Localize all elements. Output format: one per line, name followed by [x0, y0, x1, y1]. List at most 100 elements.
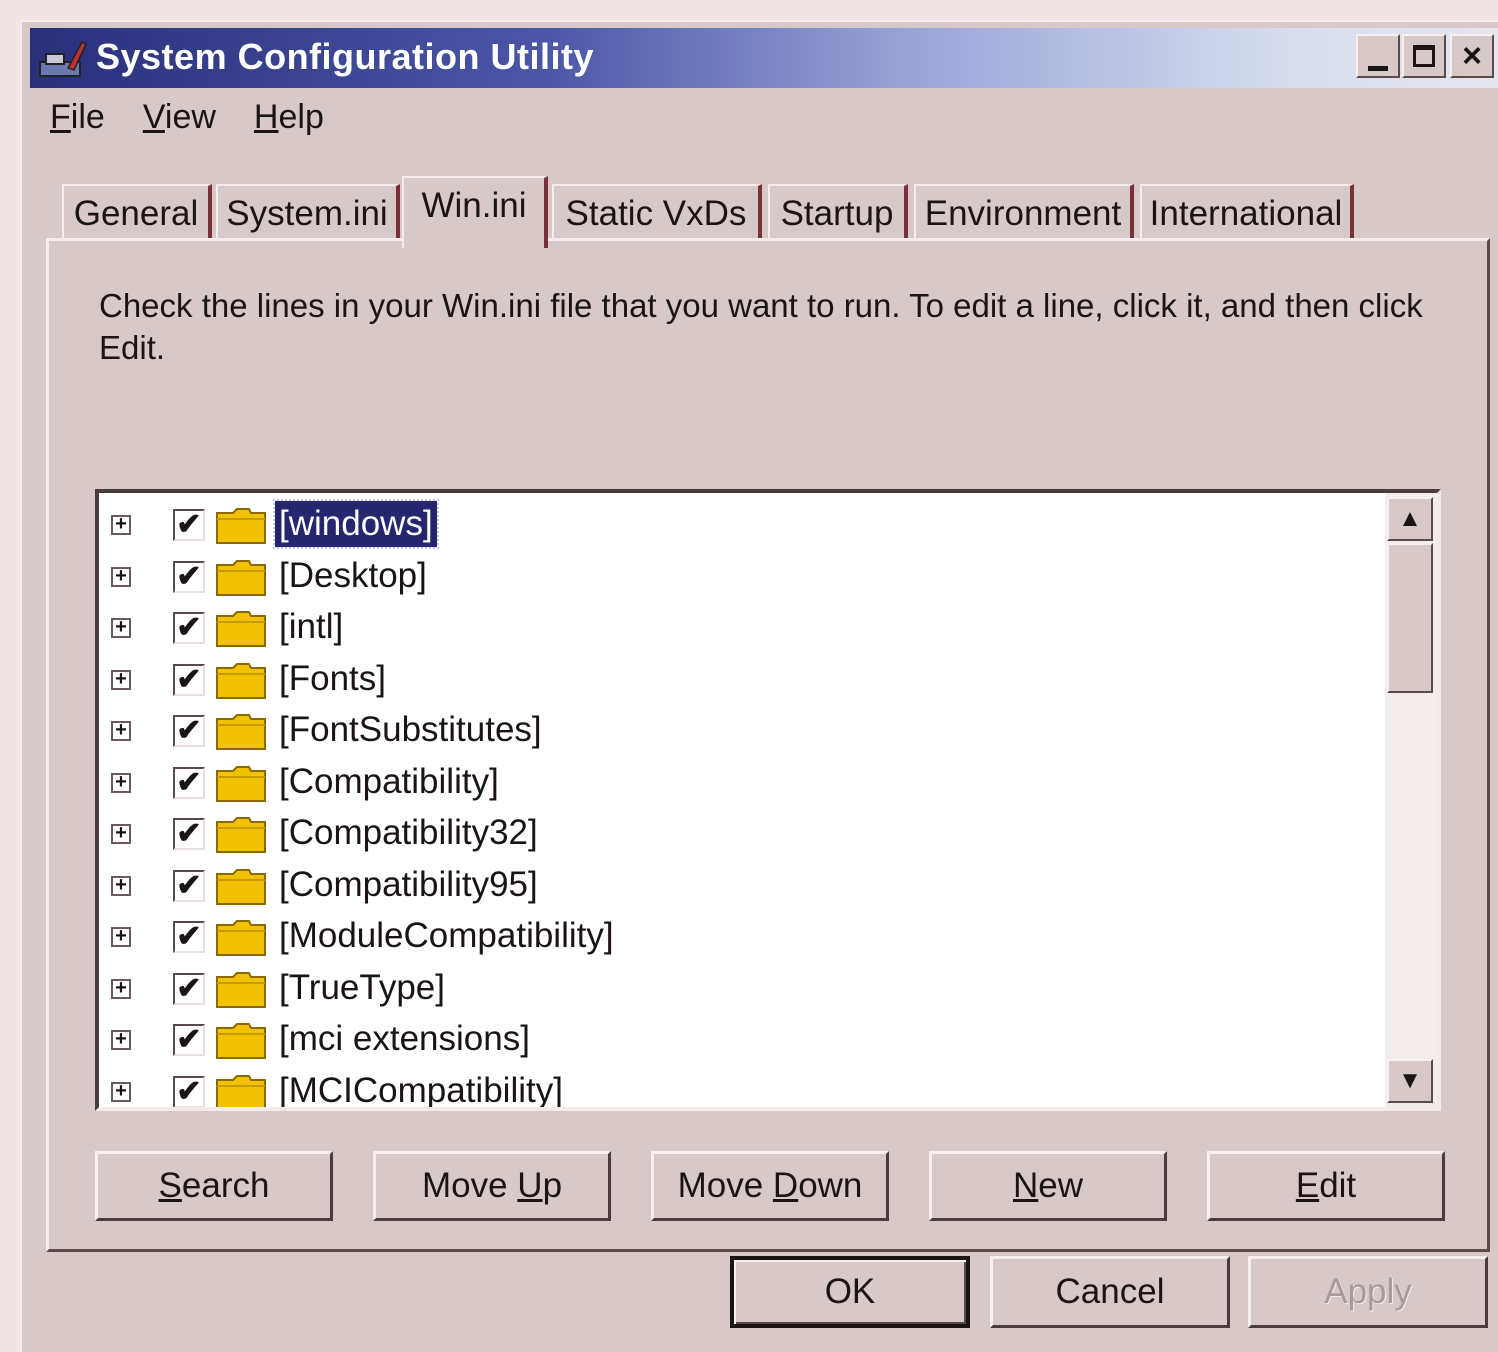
menu-help-mnemonic: H — [253, 98, 279, 136]
tree-row[interactable]: + ✔ [mci extensions] — [99, 1014, 1385, 1066]
tab-international[interactable]: International — [1140, 184, 1354, 242]
new-mnemonic: N — [1012, 1166, 1039, 1205]
tree-row-label: [ModuleCompatibility] — [279, 916, 614, 955]
tree-row-label: [TrueType] — [279, 967, 445, 1007]
folder-icon — [216, 662, 266, 699]
expand-plus-icon[interactable]: + — [111, 978, 131, 999]
expand-plus-icon[interactable]: + — [111, 514, 131, 535]
folder-icon — [216, 868, 266, 905]
move-up-label: p — [542, 1166, 563, 1205]
edit-button[interactable]: Edit — [1207, 1151, 1445, 1221]
item-checkbox[interactable]: ✔ — [173, 869, 205, 902]
menu-file[interactable]: File — [48, 98, 107, 144]
minimize-button[interactable] — [1356, 34, 1400, 78]
folder-icon — [216, 1023, 266, 1059]
tree-row[interactable]: + ✔ [Compatibility] — [99, 757, 1385, 809]
folder-icon — [216, 714, 266, 750]
move-up-button[interactable]: Move Up — [373, 1151, 611, 1221]
tree-row[interactable]: + ✔ [intl] — [99, 602, 1385, 654]
instructions-text: Check the lines in your Win.ini file tha… — [99, 287, 1423, 366]
expand-plus-icon[interactable]: + — [111, 875, 131, 896]
edit-mnemonic: E — [1295, 1166, 1320, 1205]
item-checkbox[interactable]: ✔ — [173, 509, 205, 541]
scroll-down-button[interactable]: ▼ — [1387, 1059, 1433, 1103]
item-checkbox[interactable]: ✔ — [173, 560, 205, 593]
menu-view-mnemonic: V — [142, 98, 165, 136]
arrow-up-icon: ▲ — [1398, 505, 1422, 532]
search-button[interactable]: Search — [95, 1151, 333, 1221]
item-checkbox[interactable]: ✔ — [173, 972, 205, 1005]
tree-row-label: [FontSubstitutes] — [279, 710, 542, 749]
item-checkbox[interactable]: ✔ — [173, 1075, 205, 1107]
tree-row[interactable]: + ✔ [MCICompatibility] — [99, 1066, 1385, 1107]
minimize-icon — [1368, 65, 1388, 71]
title-bar[interactable]: System Configuration Utility × — [30, 28, 1498, 88]
folder-icon — [216, 611, 266, 647]
vertical-scrollbar[interactable]: ▲ ▼ — [1385, 493, 1437, 1107]
new-button[interactable]: New — [929, 1151, 1167, 1221]
tab-general[interactable]: General — [62, 184, 212, 242]
tree-row-label: [Desktop] — [279, 555, 427, 595]
win-ini-tree[interactable]: + ✔ [windows] + ✔ [Desktop] + ✔ [intl] + ✔ [Fonts] +… — [95, 489, 1441, 1111]
expand-plus-icon[interactable]: + — [111, 772, 131, 793]
tree-row-label: [mci extensions] — [279, 1019, 530, 1058]
maximize-button[interactable] — [1402, 34, 1446, 78]
item-checkbox[interactable]: ✔ — [173, 921, 205, 953]
tab-win-ini[interactable]: Win.ini — [402, 176, 548, 248]
window-title: System Configuration Utility — [96, 36, 595, 77]
menu-file-label: ile — [70, 98, 105, 136]
expand-plus-icon[interactable]: + — [111, 1081, 131, 1102]
tree-rows: + ✔ [windows] + ✔ [Desktop] + ✔ [intl] + ✔ [Fonts] +… — [99, 493, 1385, 1107]
expand-plus-icon[interactable]: + — [111, 669, 131, 690]
item-checkbox[interactable]: ✔ — [173, 612, 205, 644]
tab-system-ini[interactable]: System.ini — [216, 184, 400, 242]
move-down-label: own — [798, 1166, 863, 1205]
tab-static-vxds[interactable]: Static VxDs — [552, 184, 762, 242]
cancel-button[interactable]: Cancel — [990, 1256, 1230, 1328]
tab-startup[interactable]: Startup — [768, 184, 908, 242]
expand-plus-icon[interactable]: + — [111, 720, 131, 741]
scroll-up-button[interactable]: ▲ — [1387, 497, 1433, 541]
close-icon: × — [1462, 37, 1482, 75]
expand-plus-icon[interactable]: + — [111, 1029, 131, 1050]
move-down-button[interactable]: Move Down — [651, 1151, 889, 1221]
tree-row[interactable]: + ✔ [Fonts] — [99, 654, 1385, 706]
item-checkbox[interactable]: ✔ — [173, 818, 205, 850]
move-up-mnemonic: U — [517, 1166, 543, 1205]
close-button[interactable]: × — [1450, 34, 1494, 78]
item-checkbox[interactable]: ✔ — [173, 663, 205, 696]
scroll-thumb[interactable] — [1387, 543, 1433, 693]
system-configuration-window: System Configuration Utility × File View… — [20, 20, 1498, 1352]
tree-row-label: [Compatibility] — [279, 761, 499, 801]
menu-view[interactable]: View — [141, 98, 218, 144]
expand-plus-icon[interactable]: + — [111, 617, 131, 638]
tree-row[interactable]: + ✔ [ModuleCompatibility] — [99, 911, 1385, 963]
menu-bar: File View Help — [48, 98, 326, 144]
item-checkbox[interactable]: ✔ — [173, 1024, 205, 1056]
tree-row[interactable]: + ✔ [Compatibility32] — [99, 808, 1385, 860]
folder-icon — [216, 920, 266, 956]
move-down-mnemonic: D — [772, 1166, 799, 1205]
tree-row[interactable]: + ✔ [Compatibility95] — [99, 860, 1385, 912]
item-checkbox[interactable]: ✔ — [173, 766, 205, 799]
tree-row-label: [intl] — [279, 607, 344, 646]
tab-environment[interactable]: Environment — [914, 184, 1134, 242]
apply-button[interactable]: Apply — [1248, 1256, 1488, 1328]
tree-row[interactable]: + ✔ [TrueType] — [99, 963, 1385, 1015]
ok-button[interactable]: OK — [730, 1256, 970, 1328]
tree-row-label: [Compatibility95] — [279, 864, 538, 904]
folder-icon — [216, 765, 266, 802]
menu-help[interactable]: Help — [252, 98, 326, 144]
tree-row[interactable]: + ✔ [windows] — [99, 499, 1385, 551]
folder-icon — [216, 817, 266, 853]
expand-plus-icon[interactable]: + — [111, 926, 131, 947]
expand-plus-icon[interactable]: + — [111, 566, 131, 587]
folder-icon — [216, 559, 266, 596]
search-button-mnemonic: S — [158, 1166, 182, 1205]
folder-icon — [216, 971, 266, 1008]
tree-row[interactable]: + ✔ [FontSubstitutes] — [99, 705, 1385, 757]
item-checkbox[interactable]: ✔ — [173, 715, 205, 747]
tree-row[interactable]: + ✔ [Desktop] — [99, 551, 1385, 603]
move-down-label-pre: Move — [677, 1166, 773, 1205]
expand-plus-icon[interactable]: + — [111, 823, 131, 844]
